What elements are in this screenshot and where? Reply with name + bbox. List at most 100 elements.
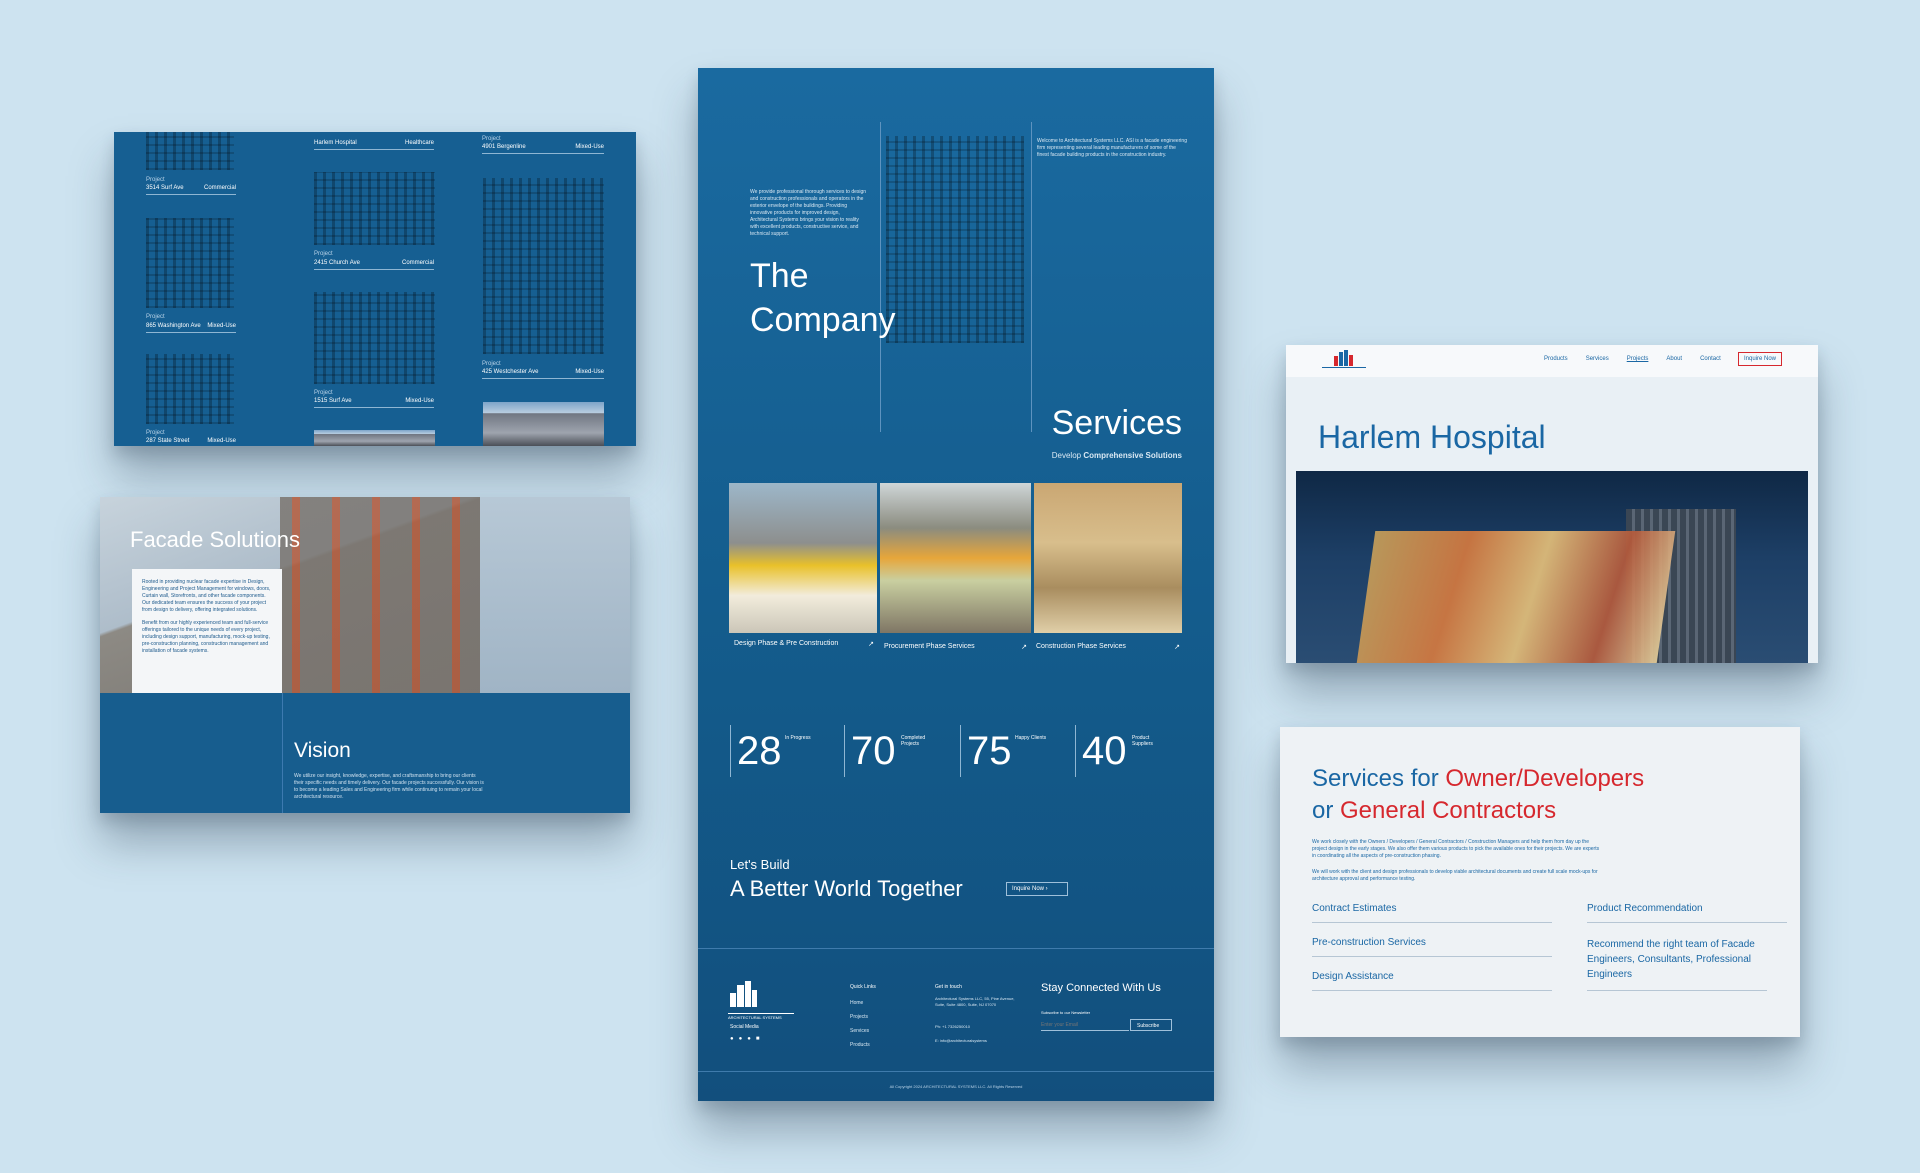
logo-icon[interactable] (1320, 350, 1368, 370)
footer-link-services[interactable]: Services (850, 1024, 870, 1038)
service-caption[interactable]: Construction Phase Services ↗ (1036, 643, 1180, 651)
footer-link-projects[interactable]: Projects (850, 1010, 870, 1024)
stat-value: 28 (737, 729, 782, 773)
instagram-icon[interactable]: ● (747, 1036, 751, 1042)
inquire-now-button[interactable]: Inquire Now › (1006, 882, 1068, 896)
project-label: Project (146, 177, 165, 183)
reach-title: Get in touch (935, 984, 962, 990)
project-photo[interactable] (146, 218, 234, 308)
project-caption[interactable]: 1515 Surf Ave Mixed-Use (314, 398, 434, 408)
project-title: Harlem Hospital (1318, 419, 1546, 455)
project-photo[interactable] (483, 402, 604, 446)
project-photo[interactable] (314, 430, 435, 446)
logo-icon (730, 981, 757, 1007)
service-item[interactable]: Pre-construction Services (1312, 937, 1552, 957)
intro-box: Rooted in providing nuclear facade exper… (132, 569, 282, 693)
harlem-hospital-card: Products Services Projects About Contact… (1286, 345, 1818, 663)
linkedin-icon[interactable]: ■ (756, 1036, 760, 1042)
nav-about[interactable]: About (1666, 356, 1682, 362)
nav-contact[interactable]: Contact (1700, 356, 1721, 362)
services-title: Services (1051, 404, 1182, 442)
arrow-icon: ↗ (1021, 644, 1027, 651)
newsletter-email-input[interactable] (1041, 1019, 1129, 1031)
nav-services[interactable]: Services (1586, 356, 1609, 362)
facade-solutions-card: Facade Solutions Rooted in providing nuc… (100, 497, 630, 813)
project-caption[interactable]: Harlem Hospital Healthcare (314, 140, 434, 150)
title-highlight: Owner/Developers (1445, 765, 1645, 792)
copyright: All Copyright 2024 ARCHITECTURAL SYSTEMS… (889, 1084, 1023, 1089)
social-icons: ● ● ● ■ (730, 1036, 760, 1042)
stat-suppliers: 40 Product Suppliers (1075, 725, 1153, 777)
navbar: Products Services Projects About Contact… (1286, 345, 1818, 377)
arrow-icon: ↗ (1174, 644, 1180, 651)
quick-links: Home Projects Services Products (850, 996, 870, 1052)
company-landing-page: We provide professional thorough service… (698, 68, 1214, 1101)
footer-email[interactable]: E: info@architecturalsystems (935, 1038, 987, 1043)
stat-completed: 70 Completed Projects (844, 725, 925, 777)
project-photo[interactable] (483, 178, 604, 354)
services-paragraph: We will work with the client and design … (1312, 869, 1598, 882)
project-caption[interactable]: 4901 Bergenline Mixed-Use (482, 144, 604, 154)
service-photo[interactable] (729, 483, 877, 633)
project-label: Project (314, 390, 333, 396)
service-photo[interactable] (1034, 483, 1182, 633)
footer-phone[interactable]: Ph: +1 7326250010 (935, 1024, 970, 1029)
service-item[interactable]: Design Assistance (1312, 971, 1552, 991)
project-caption[interactable]: 287 State Street Mixed-Use (146, 438, 236, 446)
project-photo[interactable] (146, 354, 234, 424)
quick-links-title: Quick Links (850, 984, 876, 990)
footer-link-products[interactable]: Products (850, 1038, 870, 1052)
service-photo[interactable] (880, 483, 1031, 633)
nav-projects[interactable]: Projects (1627, 356, 1649, 362)
twitter-icon[interactable]: ● (739, 1036, 743, 1042)
arrow-icon: ↗ (868, 641, 874, 648)
facebook-icon[interactable]: ● (730, 1036, 734, 1042)
company-title-line: Company (750, 301, 896, 339)
cta-heading: A Better World Together (730, 876, 963, 901)
project-label: Project (146, 314, 165, 320)
inquire-now-button[interactable]: Inquire Now (1738, 352, 1783, 366)
company-title: The Company (750, 254, 896, 342)
stat-value: 75 (967, 729, 1012, 773)
project-label: Project (314, 251, 333, 257)
project-caption[interactable]: 3514 Surf Ave Commercial (146, 185, 236, 195)
services-paragraph: We work closely with the Owners / Develo… (1312, 839, 1600, 859)
service-item[interactable]: Product Recommendation (1587, 903, 1787, 923)
services-subtitle-text: Develop (1051, 451, 1084, 460)
services-subtitle: Develop Comprehensive Solutions (1052, 451, 1182, 460)
company-photo (886, 136, 1024, 343)
vision-text: We utilize our insight, knowledge, exper… (294, 773, 484, 800)
project-photo[interactable] (314, 172, 435, 245)
service-item[interactable]: Recommend the right team of Facade Engin… (1587, 937, 1767, 991)
service-item[interactable]: Contract Estimates (1312, 903, 1552, 923)
company-title-line: The (750, 257, 809, 295)
services-owner-card: Services for Owner/Developers or General… (1280, 727, 1800, 1037)
subscribe-button[interactable]: Subscribe (1130, 1019, 1172, 1031)
title-text: or (1312, 797, 1341, 824)
company-intro: We provide professional thorough service… (750, 189, 867, 237)
nav-products[interactable]: Products (1544, 356, 1568, 362)
stat-clients: 75 Happy Clients (960, 725, 1046, 777)
project-label: Project (146, 430, 165, 436)
title-highlight: General Contractors (1340, 797, 1557, 824)
intro-paragraph: Benefit from our highly experienced team… (142, 620, 270, 654)
project-caption[interactable]: 2415 Church Ave Commercial (314, 260, 434, 270)
nav-links: Products Services Projects About Contact (1544, 356, 1721, 362)
stat-value: 70 (851, 729, 896, 773)
service-caption[interactable]: Procurement Phase Services ↗ (884, 643, 1027, 651)
projects-grid-card: Project 3514 Surf Ave Commercial Project … (114, 132, 636, 446)
intro-paragraph: Rooted in providing nuclear facade exper… (142, 579, 271, 613)
project-photo[interactable] (146, 132, 234, 170)
footer-link-home[interactable]: Home (850, 996, 870, 1010)
project-caption[interactable]: 865 Washington Ave Mixed-Use (146, 323, 236, 333)
services-title: Services for Owner/Developers or General… (1312, 763, 1644, 827)
service-caption[interactable]: Design Phase & Pre Construction ↗ (734, 640, 874, 648)
footer-logo[interactable]: ARCHITECTURAL SYSTEMS (728, 981, 794, 1020)
project-caption[interactable]: 425 Westchester Ave Mixed-Use (482, 369, 604, 379)
project-label: Project (482, 361, 501, 367)
social-label: Social Media (730, 1024, 759, 1030)
project-photo[interactable] (314, 292, 435, 384)
title-text: Services for (1312, 765, 1446, 792)
stat-in-progress: 28 In Progress (730, 725, 811, 777)
cta-small: Let's Build (730, 857, 790, 872)
